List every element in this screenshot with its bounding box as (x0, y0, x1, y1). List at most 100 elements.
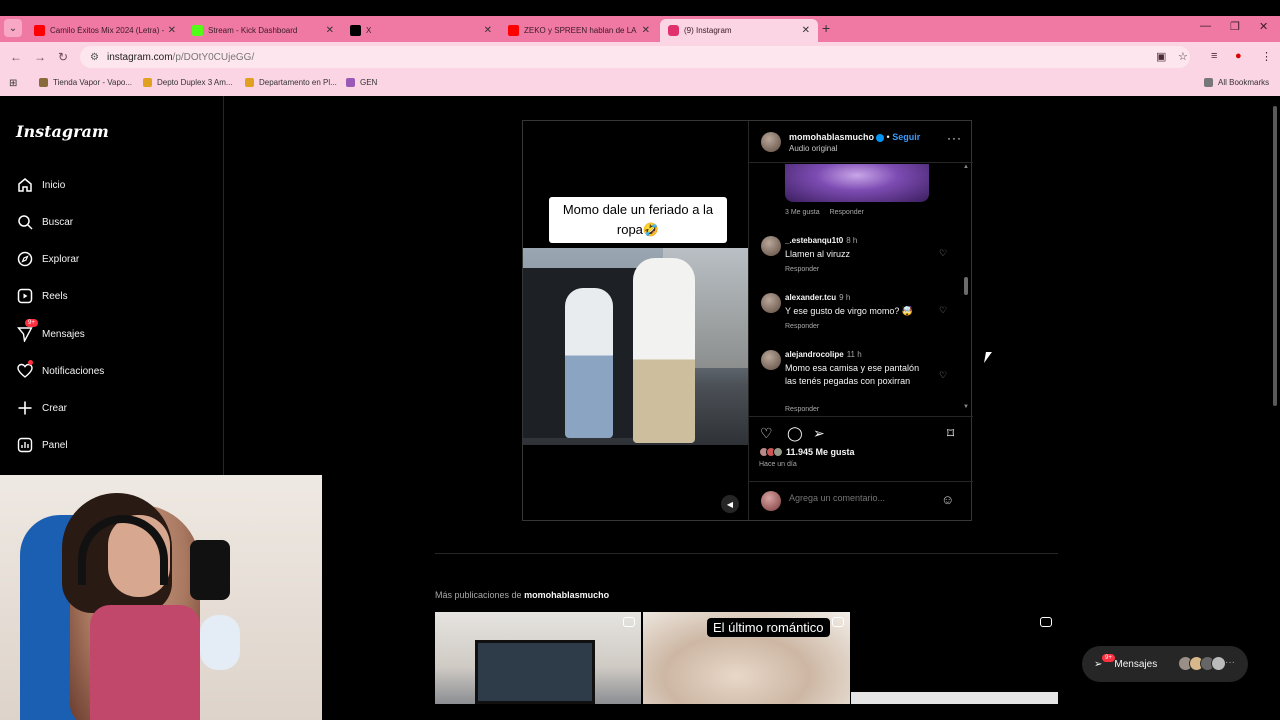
tab-search-dropdown-icon[interactable]: ⌄ (4, 19, 22, 37)
tab-close-icon[interactable]: ✕ (484, 25, 492, 36)
reading-list-icon[interactable]: ≡ (1211, 50, 1217, 62)
window-close-icon[interactable]: ✕ (1259, 20, 1268, 33)
avatar[interactable] (761, 132, 781, 152)
browser-tab[interactable]: Stream - Kick Dashboard ✕ (184, 19, 342, 42)
avatar[interactable] (761, 236, 781, 256)
address-bar[interactable]: ⚙ instagram.com/p/DOtY0CUjeGG/ (80, 46, 1190, 68)
sidebar-item-buscar[interactable]: Buscar (16, 213, 73, 231)
restore-icon[interactable]: ❐ (1230, 20, 1240, 33)
person-right (633, 258, 695, 443)
person-left (565, 288, 613, 438)
thumbnail-strip (851, 692, 1058, 704)
sidebar-item-inicio[interactable]: Inicio (16, 176, 65, 194)
comments-scrollbar[interactable]: ▲ ▼ (962, 164, 970, 414)
like-comment-icon[interactable]: ♡ (939, 370, 947, 381)
sidebar-item-explorar[interactable]: Explorar (16, 250, 79, 268)
likes-count[interactable]: 11.945 Me gusta (759, 447, 855, 457)
more-post-thumbnail[interactable] (851, 612, 1058, 704)
tab-close-icon[interactable]: ✕ (802, 25, 810, 36)
dashboard-icon (16, 436, 34, 454)
comment-image[interactable] (785, 164, 929, 202)
mute-icon[interactable]: ◀ (721, 495, 739, 513)
forward-icon[interactable]: → (34, 50, 46, 64)
compass-icon (16, 250, 34, 268)
profile-icon[interactable]: ● (1235, 50, 1242, 62)
mouse-cursor (984, 352, 992, 363)
gen-icon (346, 78, 355, 87)
sidebar-item-panel[interactable]: Panel (16, 436, 68, 454)
browser-toolbar: ← → ↻ ⚙ instagram.com/p/DOtY0CUjeGG/ ▣ ☆… (0, 42, 1280, 72)
reply-button[interactable]: Responder (785, 323, 819, 330)
more-posts-heading: Más publicaciones de momohablasmucho (435, 590, 610, 600)
page-scrollbar-thumb[interactable] (1273, 106, 1277, 406)
browser-menu-icon[interactable]: ⋮ (1261, 50, 1272, 63)
reload-icon[interactable]: ↻ (58, 50, 68, 64)
scrollbar-thumb[interactable] (964, 277, 968, 295)
tab-close-icon[interactable]: ✕ (168, 25, 176, 36)
comment-input[interactable] (789, 493, 929, 503)
bookmark-item[interactable]: Depto Duplex 3 Am... (143, 78, 233, 87)
reels-icon (16, 287, 34, 305)
follow-button[interactable]: Seguir (892, 132, 920, 142)
sidebar-item-mensajes[interactable]: 9+ Mensajes (16, 319, 85, 343)
all-bookmarks[interactable]: All Bookmarks (1204, 78, 1269, 87)
share-icon[interactable]: ➢ (813, 425, 825, 442)
notification-badge: 9+ (25, 319, 38, 327)
emoji-icon[interactable]: ☺ (941, 492, 954, 507)
screen-top-bar (0, 0, 1280, 16)
audio-label[interactable]: Audio original (789, 144, 837, 153)
browser-tab[interactable]: Camilo Éxitos Mix 2024 (Letra) - ✕ (26, 19, 184, 42)
scroll-down-icon[interactable]: ▼ (963, 404, 969, 410)
tab-close-icon[interactable]: ✕ (326, 25, 334, 36)
bookmark-item[interactable]: Departamento en Pl... (245, 78, 337, 87)
sidebar-item-reels[interactable]: Reels (16, 287, 68, 305)
sidebar-item-crear[interactable]: Crear (16, 399, 67, 417)
back-icon[interactable]: ← (10, 50, 22, 64)
bookmarks-bar: ⊞ Tienda Vapor - Vapo... Depto Duplex 3 … (0, 72, 1280, 96)
avatar[interactable] (761, 350, 781, 370)
comments-list: 3 Me gusta Responder _.estebanqu1t0 8 h L… (749, 164, 973, 414)
comment-icon[interactable]: ◯ (787, 425, 803, 442)
post-time: Hace un día (759, 461, 797, 468)
video-caption-overlay: Momo dale un feriado a la ropa🤣 (549, 197, 727, 243)
kick-icon (192, 25, 203, 36)
more-icon: ··· (1225, 657, 1235, 668)
browser-tab[interactable]: ZEKO y SPREEN hablan de LA Vi ✕ (500, 19, 658, 42)
reply-button[interactable]: Responder (785, 266, 819, 273)
messages-floating-button[interactable]: ➢ 9+ Mensajes ··· (1082, 646, 1248, 682)
more-post-thumbnail[interactable] (435, 612, 641, 704)
page-scrollbar[interactable] (1270, 96, 1280, 720)
bookmark-item[interactable]: Tienda Vapor - Vapo... (39, 78, 132, 87)
search-icon (16, 213, 34, 231)
apps-grid-icon[interactable]: ⊞ (9, 78, 17, 89)
save-bookmark-icon[interactable]: ⌑ (947, 425, 954, 442)
messenger-icon: 9+ (16, 319, 38, 343)
liker-avatar (773, 447, 783, 457)
bookmark-item[interactable]: GEN (346, 78, 377, 87)
messenger-icon: ➢ (1094, 658, 1103, 670)
reply-button[interactable]: Responder (785, 406, 819, 413)
heart-icon (16, 360, 34, 380)
post-view: Momo dale un feriado a la ropa🤣 ◀ momoha… (522, 120, 973, 521)
more-options-icon[interactable]: ··· (947, 131, 962, 145)
avatar[interactable] (761, 293, 781, 313)
conversation-avatars (1178, 656, 1226, 671)
site-info-icon[interactable]: ⚙ (90, 52, 99, 63)
minimize-icon[interactable]: — (1200, 20, 1211, 32)
browser-tab[interactable]: X ✕ (342, 19, 500, 42)
sidebar-item-notificaciones[interactable]: Notificaciones (16, 360, 104, 380)
install-app-icon[interactable]: ▣ (1156, 50, 1166, 63)
section-divider (435, 553, 1058, 554)
more-post-thumbnail[interactable]: El último romántico (643, 612, 850, 704)
new-tab-icon[interactable]: + (822, 20, 830, 36)
reel-video[interactable]: Momo dale un feriado a la ropa🤣 ◀ (523, 121, 748, 520)
pin-icon (245, 78, 254, 87)
instagram-logo[interactable]: Instagram (16, 122, 109, 141)
bookmark-star-icon[interactable]: ☆ (1178, 50, 1188, 63)
like-comment-icon[interactable]: ♡ (939, 305, 947, 316)
like-icon[interactable]: ♡ (760, 425, 773, 442)
browser-tab-active[interactable]: (9) Instagram ✕ (660, 19, 818, 42)
tab-close-icon[interactable]: ✕ (642, 25, 650, 36)
like-comment-icon[interactable]: ♡ (939, 248, 947, 259)
scroll-up-icon[interactable]: ▲ (963, 164, 969, 170)
